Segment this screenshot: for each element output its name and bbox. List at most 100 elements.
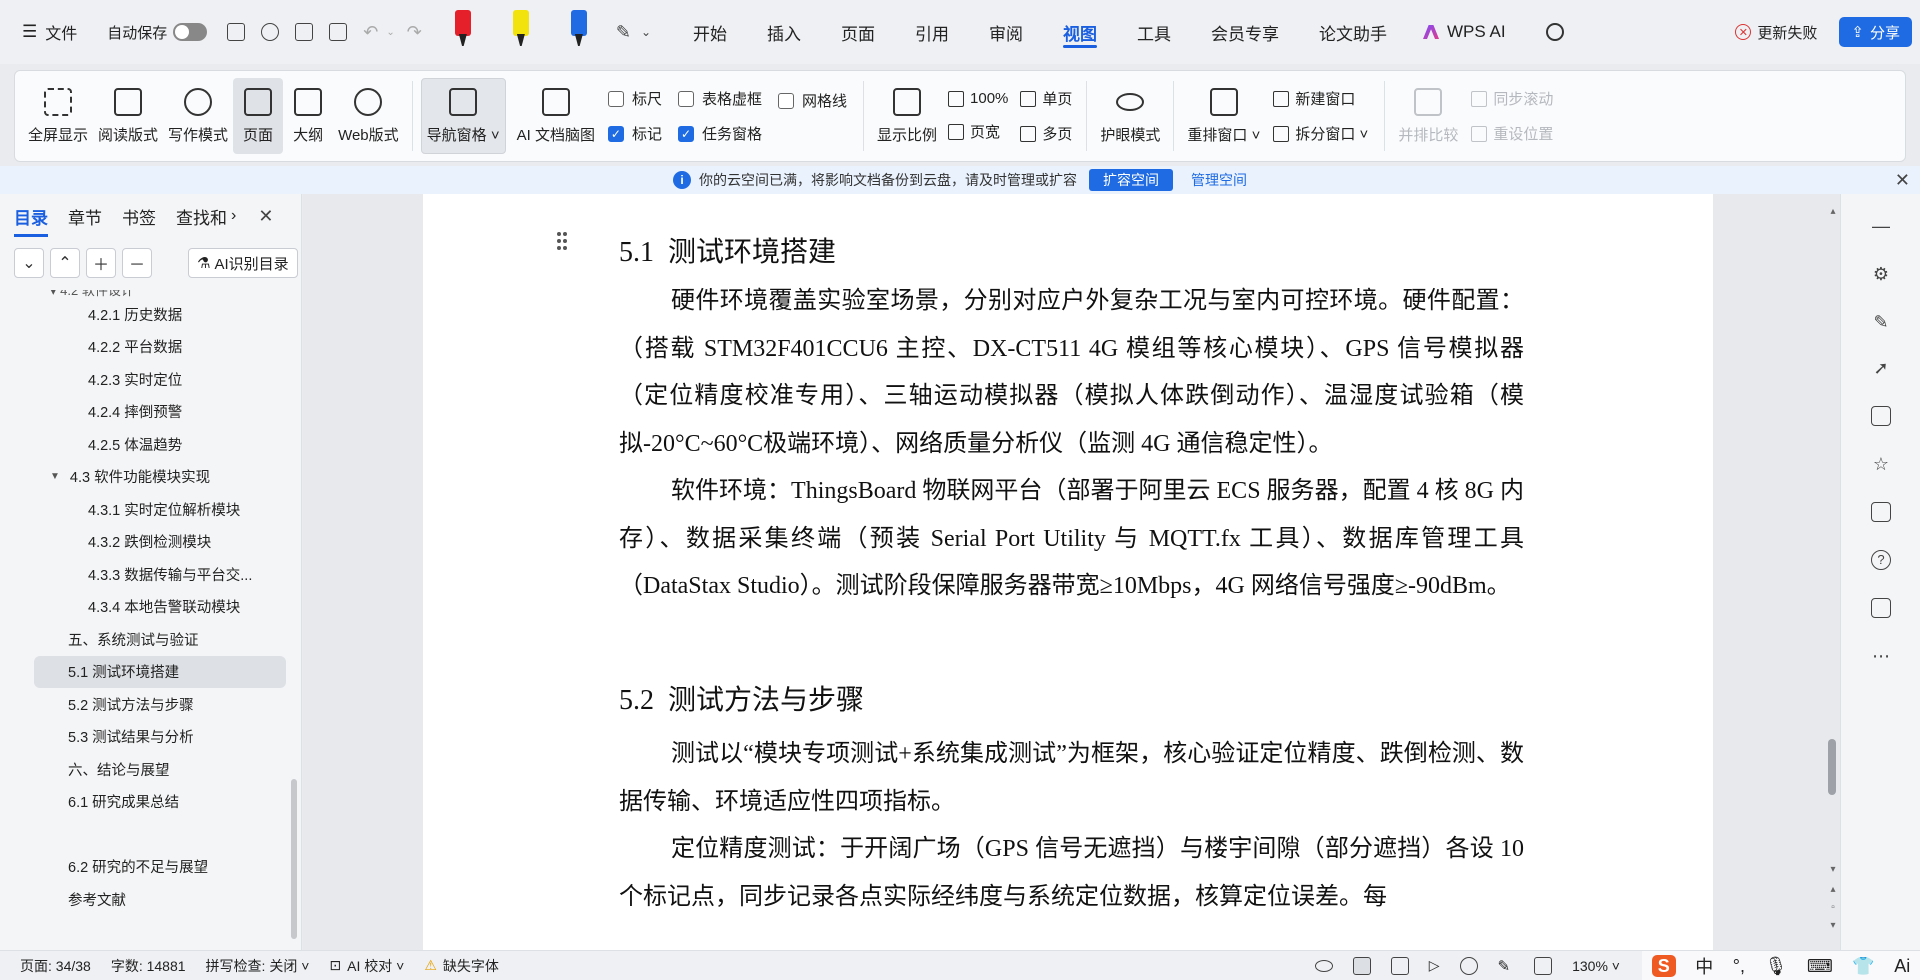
page-count[interactable]: 页面: 34/38 [0,956,101,976]
toc-item[interactable]: 4.2.4 摔倒预警 [0,396,296,429]
page-view-icon[interactable] [1352,956,1371,975]
mark-check[interactable] [607,125,624,142]
shirt-skin-icon[interactable]: 👕 [1852,956,1874,977]
writing-mode-button[interactable]: 写作模式 [163,78,233,154]
drag-handle-icon[interactable] [557,232,567,252]
missing-fonts[interactable]: ⚠ 缺失字体 [414,956,509,976]
document-scrollbar[interactable] [1828,739,1836,795]
toc-item[interactable]: 4.3.4 本地告警联动模块 [0,591,296,624]
eye-mode-button[interactable]: 护眼模式 [1095,78,1165,154]
blue-marker-icon[interactable] [568,10,590,54]
ai-mindmap-button[interactable]: AI 文档脑图 [512,78,600,154]
page-next-icon[interactable]: ▾ [1826,920,1840,931]
wps-ai-button[interactable]: WPS AI [1407,22,1522,42]
star-icon[interactable]: ☆ [1871,454,1891,474]
toc-item[interactable]: 六、结论与展望 [0,753,296,786]
web-layout-button[interactable]: Web版式 [333,78,404,154]
table-gridlines-checkbox[interactable]: 表格虚框 [677,88,762,109]
toc-item[interactable]: 5.2 测试方法与步骤 [0,688,296,721]
reading-layout-button[interactable]: 阅读版式 [93,78,163,154]
toc-item[interactable]: 4.3.3 数据传输与平台交... [0,558,296,591]
page-dot-icon[interactable]: ▫ [1826,902,1840,913]
adjust-icon[interactable]: ⚙ [1871,264,1891,284]
update-failed-button[interactable]: ✕ 更新失败 [1729,14,1823,50]
autosave-toggle[interactable]: 自动保存 [101,14,213,50]
spell-check[interactable]: 拼写检查: 关闭 ˅ [196,956,320,976]
play-icon[interactable]: ▷ [1429,957,1440,974]
close-icon[interactable]: ✕ [1895,170,1910,191]
ai-toc-button[interactable]: ⚗ AI识别目录 [188,248,298,278]
scroll-down-icon[interactable]: ▾ [1826,864,1840,875]
expand-space-button[interactable]: 扩容空间 [1089,169,1173,191]
tab-tools[interactable]: 工具 [1117,14,1191,50]
manage-space-link[interactable]: 管理空间 [1191,170,1247,190]
microphone-icon[interactable]: 🎙 [1764,956,1787,977]
toc-item[interactable]: ▼ 4.3 软件功能模块实现 [0,461,296,494]
single-page-button[interactable]: 单页 [1020,88,1072,109]
red-marker-icon[interactable] [452,10,474,54]
page-prev-icon[interactable]: ▴ [1826,884,1840,895]
undo-dropdown-icon[interactable]: ⌄ [386,27,394,38]
yellow-marker-icon[interactable] [510,10,532,54]
pen-dropdown-icon[interactable]: ⌄ [641,25,651,39]
minus-icon[interactable]: — [1871,216,1891,236]
sync-scroll-button[interactable]: 同步滚动 [1471,88,1553,109]
page-layout-button[interactable]: 页面 [233,78,284,154]
toc-item[interactable]: 6.1 研究成果总结 [0,786,296,819]
ime-punctuation[interactable]: °, [1733,956,1745,977]
toc-item-empty[interactable] [0,818,296,851]
tab-review[interactable]: 审阅 [969,14,1043,50]
table-gridlines-check[interactable] [677,90,694,107]
shirt-icon[interactable] [1871,502,1891,522]
link-icon[interactable] [1871,406,1891,426]
eye-icon[interactable] [1314,959,1333,972]
print-preview-icon[interactable] [329,23,348,41]
close-pane-icon[interactable]: ✕ [258,206,273,227]
translate-icon[interactable] [1871,598,1891,618]
tab-view[interactable]: 视图 [1043,14,1117,50]
expand-down-icon[interactable]: ⌄ [14,248,44,278]
undo-icon[interactable]: ↶ [363,22,378,43]
toc-item[interactable]: 五、系统测试与验证 [0,623,296,656]
gridlines-checkbox[interactable]: 网格线 [777,90,847,111]
add-heading-icon[interactable]: ＋ [86,248,116,278]
pen-icon[interactable]: ✎ [616,22,631,43]
print-icon[interactable] [295,23,314,41]
zoom-level[interactable]: 130% ˅ [1562,958,1630,974]
side-by-side-button[interactable]: 并排比较 [1393,78,1463,154]
nav-pane-button[interactable]: 导航窗格 ˅ [420,78,506,154]
tab-bookmarks[interactable]: 书签 [122,204,156,229]
tab-find[interactable]: 查找和 [176,204,227,229]
fit-page-icon[interactable] [1534,956,1553,975]
tab-member[interactable]: 会员专享 [1191,14,1299,50]
more-icon[interactable]: ⋯ [1871,646,1891,666]
split-window-button[interactable]: 拆分窗口 ˅ [1273,123,1368,144]
gridlines-check[interactable] [777,92,794,109]
toc-item[interactable]: 4.2.3 实时定位 [0,363,296,396]
toc-item[interactable]: 6.2 研究的不足与展望 [0,851,296,884]
scroll-up-icon[interactable]: ▴ [1826,206,1840,217]
chevron-right-icon[interactable]: › [231,207,236,225]
document-page[interactable]: 五、系统测试与验证 5.1测试环境搭建 硬件环境覆盖实验室场景，分别对应户外复杂… [423,194,1713,950]
keyboard-icon[interactable]: ⌨ [1807,956,1833,977]
write-icon[interactable]: ✎ [1498,957,1511,975]
tab-home[interactable]: 开始 [673,14,747,50]
save-icon[interactable] [227,23,246,41]
link-icon[interactable] [261,23,280,41]
zoom-100-button[interactable]: 100% [948,90,1008,107]
toc-item[interactable]: 4.2.2 平台数据 [0,331,296,364]
redo-icon[interactable]: ↷ [407,22,422,43]
tab-insert[interactable]: 插入 [747,14,821,50]
toc-item[interactable]: 4.2.1 历史数据 [0,298,296,331]
multi-page-button[interactable]: 多页 [1020,123,1072,144]
page-width-button[interactable]: 页宽 [948,121,1008,142]
task-pane-checkbox[interactable]: 任务窗格 [677,123,762,144]
new-window-button[interactable]: 新建窗口 [1273,88,1368,109]
fullscreen-button[interactable]: 全屏显示 [23,78,93,154]
remove-heading-icon[interactable]: － [122,248,152,278]
ime-ai[interactable]: Ai [1894,956,1910,977]
toc-item[interactable]: 参考文献 [0,883,296,916]
zoom-button[interactable]: 显示比例 [872,78,942,154]
word-count[interactable]: 字数: 14881 [101,956,196,976]
help-icon[interactable]: ? [1871,550,1891,570]
